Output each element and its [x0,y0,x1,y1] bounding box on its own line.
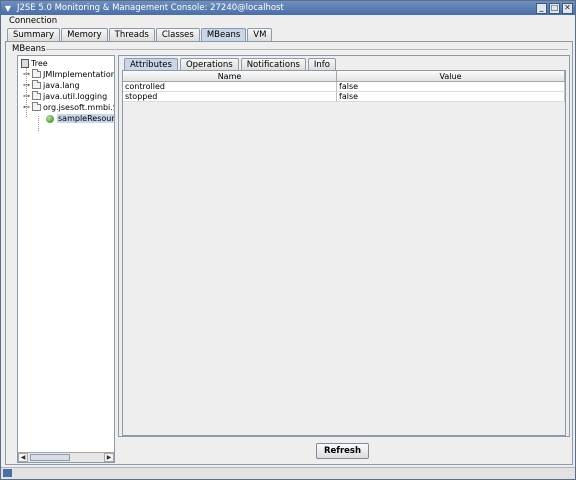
expand-toggle-icon[interactable]: ⊶ [23,93,30,100]
window-menu-icon[interactable]: ▼ [1,2,15,15]
tree-node-sample-resource[interactable]: sampleResour [46,113,115,124]
tree-root-label: Tree [31,59,48,68]
tree-root[interactable]: Tree [21,58,48,69]
tree-node-label: sampleResour [57,114,115,123]
minimize-icon[interactable]: _ [536,2,547,14]
tab-operations[interactable]: Operations [179,58,239,70]
column-header-name[interactable]: Name [123,71,337,82]
main-tabs: Summary Memory Threads Classes MBeans VM [7,28,273,41]
window-title: J2SE 5.0 Monitoring & Management Console… [17,3,284,13]
mbean-detail-panel: Attributes Operations Notifications Info… [118,55,570,437]
tree-node-label: org.jsesoft.mmbi.S [43,103,115,112]
app-window: ▼ J2SE 5.0 Monitoring & Management Conso… [0,0,576,480]
tree-node-label: java.lang [43,81,80,90]
tab-attributes[interactable]: Attributes [124,58,178,70]
tab-notifications[interactable]: Notifications [240,58,306,70]
expand-toggle-icon[interactable]: ⊶ [23,71,30,78]
tree-node-java-util-logging[interactable]: ⊶ java.util.logging [23,91,107,102]
tab-mbeans[interactable]: MBeans [200,28,247,41]
tree-root-icon [21,59,29,68]
mbean-bean-icon [46,114,54,123]
tree-node-org-jsesoft[interactable]: ⊷ org.jsesoft.mmbi.S [23,102,115,113]
menu-bar: Connection [5,15,61,27]
scroll-right-icon[interactable]: ▶ [104,453,114,462]
tab-summary[interactable]: Summary [7,28,61,41]
close-icon[interactable]: ✕ [562,2,573,14]
scroll-thumb[interactable] [30,454,70,461]
mbean-subtabs: Attributes Operations Notifications Info [124,58,338,70]
folder-open-icon [32,102,41,111]
tab-vm[interactable]: VM [247,28,273,41]
section-divider [46,49,568,50]
tree-horizontal-scrollbar[interactable]: ◀ ▶ [18,452,114,462]
status-indicator-icon [3,469,12,477]
folder-icon [32,91,41,100]
mbean-tree[interactable]: Tree ⊶ JMImplementation ⊶ java.lang ⊶ ja… [17,55,115,463]
expand-toggle-icon[interactable]: ⊶ [23,82,30,89]
mbeans-panel: MBeans Tree ⊶ JMImplementation ⊶ java.la… [5,41,573,465]
tab-memory[interactable]: Memory [61,28,108,41]
collapse-toggle-icon[interactable]: ⊷ [23,104,30,111]
status-bar [1,467,575,479]
menu-connection[interactable]: Connection [5,16,61,26]
attributes-table: Name Value controlled false stopped fals… [122,70,566,436]
table-row[interactable]: stopped false [123,92,565,102]
folder-icon [32,69,41,78]
title-bar: ▼ J2SE 5.0 Monitoring & Management Conso… [1,1,575,15]
attribute-name-cell: stopped [123,92,337,102]
refresh-button[interactable]: Refresh [316,443,369,459]
tree-node-label: JMImplementation [43,70,115,79]
tab-classes[interactable]: Classes [155,28,200,41]
tab-info[interactable]: Info [307,58,336,70]
folder-icon [32,80,41,89]
table-header: Name Value [123,71,565,82]
scroll-left-icon[interactable]: ◀ [18,453,28,462]
tree-node-label: java.util.logging [43,92,108,101]
attribute-value-cell[interactable]: false [337,92,565,102]
tree-node-java-lang[interactable]: ⊶ java.lang [23,80,80,91]
mbeans-section-label: MBeans [12,44,46,54]
attribute-value-cell[interactable]: false [337,82,565,92]
attribute-name-cell: controlled [123,82,337,92]
tab-threads[interactable]: Threads [108,28,155,41]
maximize-icon[interactable]: □ [549,2,560,14]
tree-node-jmimplementation[interactable]: ⊶ JMImplementation [23,69,115,80]
table-row[interactable]: controlled false [123,82,565,92]
column-header-value[interactable]: Value [337,71,565,82]
